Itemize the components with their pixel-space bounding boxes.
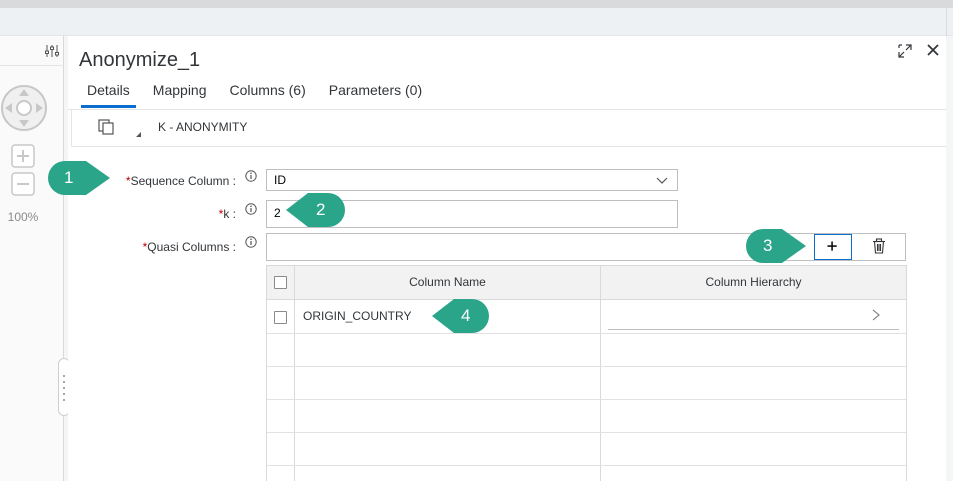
add-column-button[interactable]: [814, 234, 852, 260]
zoom-out-icon[interactable]: [11, 172, 35, 196]
column-hierarchy-input-underline: [608, 329, 899, 330]
chevron-right-icon[interactable]: [872, 309, 880, 321]
sequence-column-select[interactable]: ID: [266, 169, 678, 191]
top-band: [0, 0, 953, 8]
dropdown-marker-icon[interactable]: [136, 132, 141, 137]
properties-panel: Anonymize_1 Details Mapping Columns (6) …: [68, 36, 946, 481]
sequence-column-label: *Sequence Column :: [125, 174, 236, 188]
quasi-columns-toolbar: [266, 233, 906, 261]
zoom-in-icon[interactable]: [11, 144, 35, 168]
callout-4: 4: [432, 298, 492, 333]
expand-icon[interactable]: [897, 43, 913, 59]
panel-title: Anonymize_1: [79, 49, 201, 71]
select-all-checkbox[interactable]: [274, 276, 287, 289]
info-icon[interactable]: [245, 236, 257, 248]
tab-mapping[interactable]: Mapping: [141, 82, 207, 108]
navigation-pad-icon[interactable]: [0, 84, 48, 132]
info-icon[interactable]: [245, 170, 257, 182]
info-icon[interactable]: [245, 203, 257, 215]
column-name-header: Column Name: [409, 275, 486, 289]
copy-icon[interactable]: [97, 118, 115, 136]
quasi-columns-label: *Quasi Columns :: [142, 240, 236, 254]
close-icon[interactable]: [925, 42, 941, 58]
delete-icon[interactable]: [866, 234, 892, 260]
quasi-columns-table: Column Name Column Hierarchy ORIGIN_COUN…: [266, 265, 907, 481]
chevron-down-icon[interactable]: [656, 177, 668, 185]
column-hierarchy-header: Column Hierarchy: [705, 275, 802, 289]
zoom-level: 100%: [7, 210, 39, 224]
tab-columns[interactable]: Columns (6): [218, 82, 306, 108]
callout-1: 1: [48, 160, 112, 195]
header-strip: [0, 8, 953, 36]
callout-2: 2: [286, 192, 346, 227]
tab-parameters[interactable]: Parameters (0): [317, 82, 422, 108]
add-icon: [827, 241, 837, 251]
settings-icon[interactable]: [44, 44, 60, 58]
tab-bar: Details Mapping Columns (6) Parameters (…: [75, 82, 433, 108]
canvas-tools: 100%: [0, 36, 70, 481]
column-name-cell: ORIGIN_COUNTRY: [303, 309, 412, 323]
node-type-label: K - ANONYMITY: [158, 120, 248, 134]
tab-details[interactable]: Details: [75, 82, 136, 108]
row-checkbox[interactable]: [274, 311, 287, 324]
callout-3: 3: [746, 228, 808, 263]
node-toolbar: K - ANONYMITY: [71, 110, 946, 147]
k-label: *k :: [218, 207, 236, 221]
